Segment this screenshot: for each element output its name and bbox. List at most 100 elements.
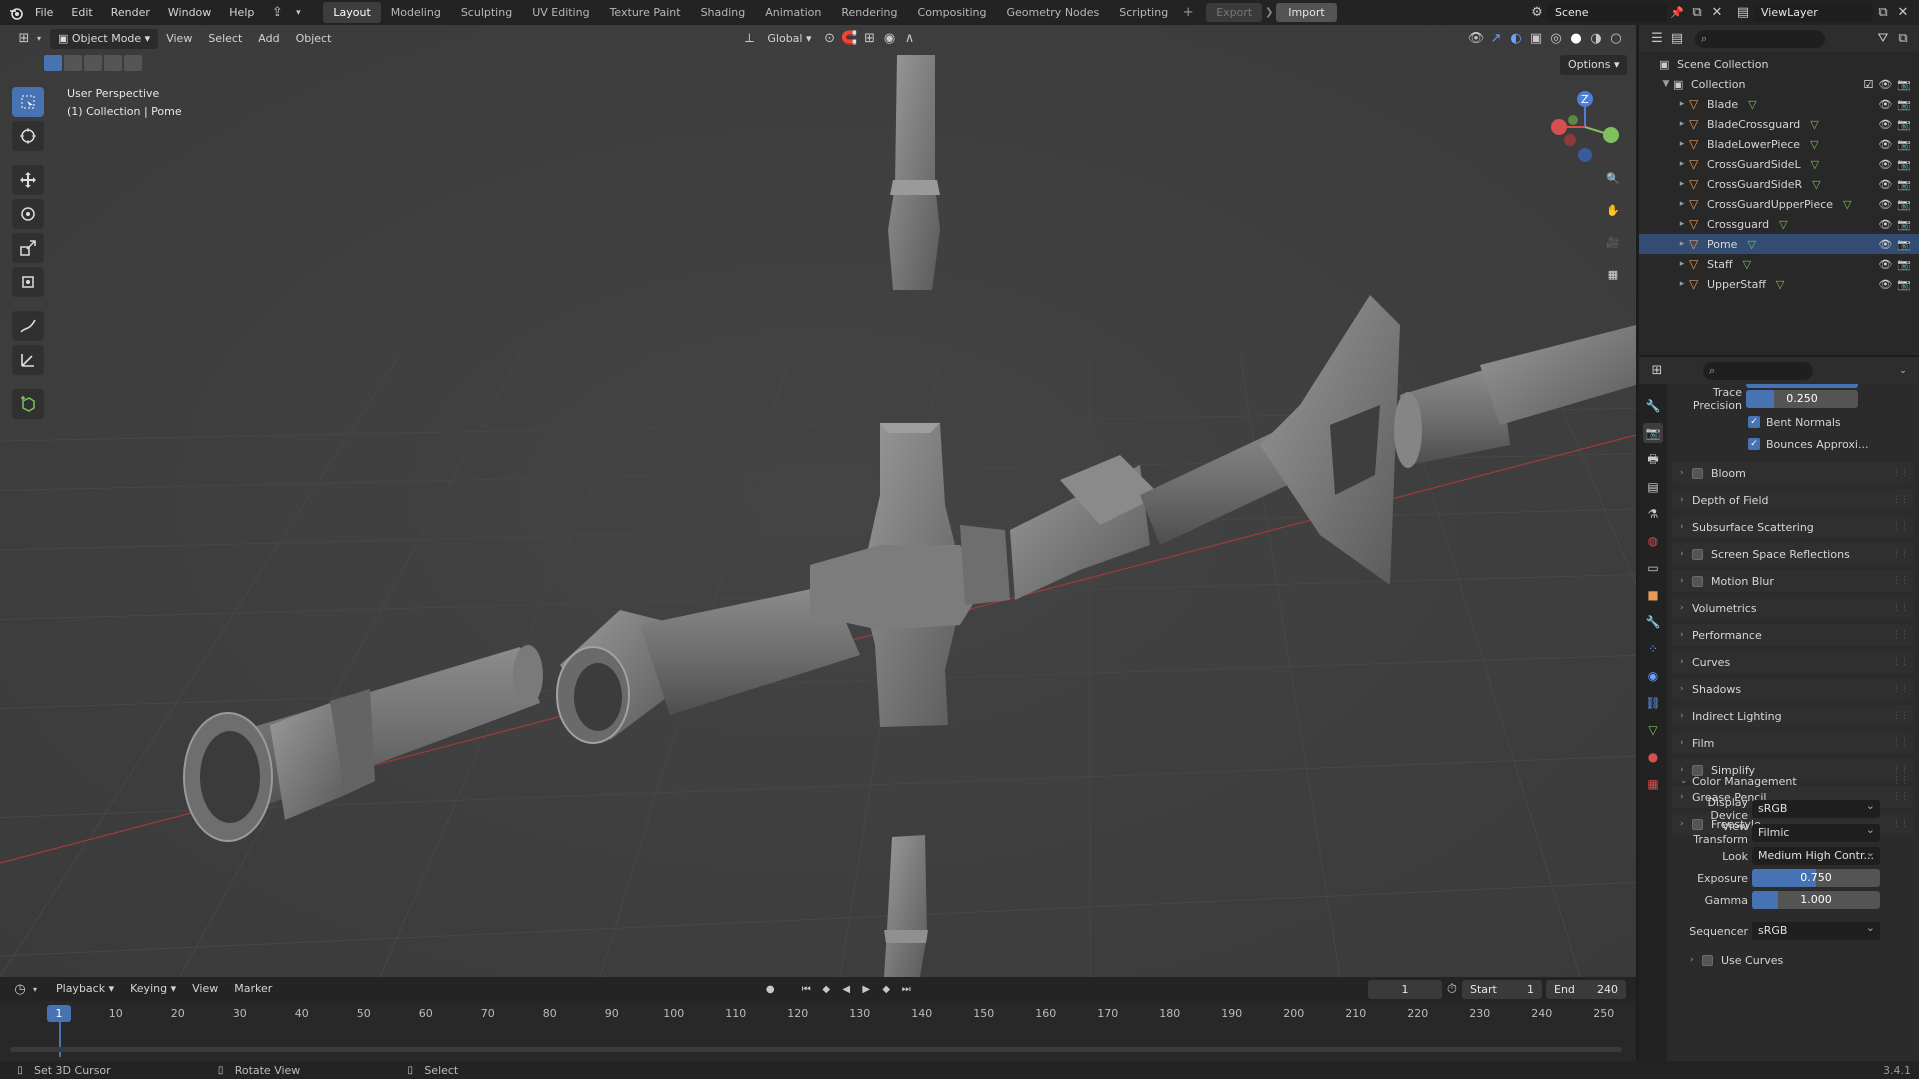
tab-scripting[interactable]: Scripting xyxy=(1109,2,1178,23)
remove-scene-icon[interactable]: ✕ xyxy=(1707,3,1727,23)
mesh-data-icon[interactable]: ▽ xyxy=(1776,278,1784,291)
drag-grip-icon[interactable]: ⋮⋮ xyxy=(1892,549,1909,559)
camera-icon[interactable]: 📷 xyxy=(1897,118,1911,131)
zoom-icon[interactable]: 🔍 xyxy=(1600,165,1626,191)
new-view-layer-icon[interactable]: ⧉ xyxy=(1873,3,1893,23)
expand-toggle-icon[interactable]: ▸ xyxy=(1675,259,1689,269)
properties-search[interactable]: ⌕ xyxy=(1703,361,1813,380)
export-button[interactable]: Export xyxy=(1206,3,1263,22)
next-keyframe-icon[interactable]: ◆ xyxy=(876,979,896,999)
viewport-menu-add[interactable]: Add xyxy=(250,29,287,49)
eye-icon[interactable]: 👁 xyxy=(1878,218,1892,231)
menu-render[interactable]: Render xyxy=(102,0,159,25)
select-invert-icon[interactable] xyxy=(104,55,122,71)
viewport-menu-view[interactable]: View xyxy=(158,29,200,49)
wireframe-shading-icon[interactable]: ◎ xyxy=(1546,29,1566,49)
drag-grip-icon[interactable]: ⋮⋮ xyxy=(1892,522,1909,532)
expand-toggle-icon[interactable]: ▸ xyxy=(1675,119,1689,129)
render-panel[interactable]: › Shadows ⋮⋮ xyxy=(1672,678,1914,700)
rendered-shading-icon[interactable]: ○ xyxy=(1606,29,1626,49)
camera-icon[interactable]: 📷 xyxy=(1897,178,1911,191)
chevron-down-icon[interactable]: ⌄ xyxy=(1893,361,1913,381)
options-dropdown[interactable]: Options ▾ xyxy=(1560,55,1628,75)
mesh-data-icon[interactable]: ▽ xyxy=(1743,258,1751,271)
snap-icon[interactable]: 🧲 xyxy=(840,29,860,49)
eye-icon[interactable]: 👁 xyxy=(1878,158,1892,171)
outliner-item[interactable]: ▸ ▽ Pome ▽ 👁 📷 xyxy=(1639,234,1919,254)
camera-icon[interactable]: 📷 xyxy=(1897,158,1911,171)
tab-sculpting[interactable]: Sculpting xyxy=(451,2,522,23)
panel-enable-checkbox[interactable] xyxy=(1692,467,1703,479)
outliner-item[interactable]: ▸ ▽ Blade ▽ 👁 📷 xyxy=(1639,94,1919,114)
outliner-editor-icon[interactable]: ☰ xyxy=(1647,29,1667,49)
scene-name-field[interactable]: Scene xyxy=(1547,3,1667,22)
clock-icon[interactable]: ◷ xyxy=(10,979,30,999)
record-icon[interactable]: ● xyxy=(760,979,780,999)
3d-viewport[interactable]: ⊞ ▾ ▣ Object Mode ▾ View Select Add Obje… xyxy=(0,25,1636,977)
jump-start-icon[interactable]: ⏮ xyxy=(796,979,816,999)
collection-row[interactable]: ▼ ▣ Collection ☑ 👁 📷 xyxy=(1639,74,1919,94)
view-transform-select[interactable]: Filmic xyxy=(1752,821,1880,842)
tab-compositing[interactable]: Compositing xyxy=(908,2,997,23)
outliner-item[interactable]: ▸ ▽ BladeCrossguard ▽ 👁 📷 xyxy=(1639,114,1919,134)
outliner-item[interactable]: ▸ ▽ UpperStaff ▽ 👁 📷 xyxy=(1639,274,1919,294)
include-checkbox-icon[interactable]: ☑ xyxy=(1863,78,1873,91)
gizmo-neg-x-axis[interactable] xyxy=(1564,134,1576,146)
tab-modeling[interactable]: Modeling xyxy=(381,2,451,23)
world-tab-icon[interactable]: ◍ xyxy=(1643,531,1663,551)
mesh-data-icon[interactable]: ▽ xyxy=(1812,178,1820,191)
xray-icon[interactable]: ▣ xyxy=(1526,29,1546,49)
move-tool[interactable] xyxy=(12,165,44,195)
camera-icon[interactable]: 📷 xyxy=(1897,218,1911,231)
material-shading-icon[interactable]: ◑ xyxy=(1586,29,1606,49)
bounces-approx-row[interactable]: ✓ Bounces Approxi... xyxy=(1748,433,1868,455)
editor-type-icon[interactable]: ⊞ xyxy=(14,29,34,49)
snap-target-icon[interactable]: ⊞ xyxy=(860,29,880,49)
tab-rendering[interactable]: Rendering xyxy=(831,2,907,23)
viewport-menu-select[interactable]: Select xyxy=(200,29,250,49)
outliner-search[interactable]: ⌕ xyxy=(1695,29,1825,48)
bounces-approx-checkbox[interactable]: ✓ xyxy=(1748,438,1760,450)
pivot-point-icon[interactable]: ⊙ xyxy=(820,29,840,49)
material-tab-icon[interactable]: ● xyxy=(1643,747,1663,767)
render-tab-icon[interactable]: 📷 xyxy=(1643,423,1663,443)
panel-enable-checkbox[interactable] xyxy=(1692,548,1703,560)
render-panel[interactable]: › Depth of Field ⋮⋮ xyxy=(1672,489,1914,511)
outliner-item[interactable]: ▸ ▽ BladeLowerPiece ▽ 👁 📷 xyxy=(1639,134,1919,154)
gizmo-neg-z-axis[interactable] xyxy=(1578,148,1592,162)
scene-canvas[interactable] xyxy=(0,25,1636,977)
visibility-icon[interactable]: 👁 xyxy=(1466,29,1486,49)
view-layer-field[interactable]: ViewLayer xyxy=(1753,3,1873,22)
tab-uv-editing[interactable]: UV Editing xyxy=(522,2,599,23)
mesh-data-icon[interactable]: ▽ xyxy=(1843,198,1851,211)
prev-keyframe-icon[interactable]: ◆ xyxy=(816,979,836,999)
tab-texture-paint[interactable]: Texture Paint xyxy=(600,2,691,23)
bent-normals-row[interactable]: ✓ Bent Normals xyxy=(1748,411,1841,433)
end-frame-field[interactable]: End 240 xyxy=(1546,979,1626,999)
upload-icon[interactable]: ⇪ xyxy=(263,3,291,23)
outliner-item[interactable]: ▸ ▽ Staff ▽ 👁 📷 xyxy=(1639,254,1919,274)
modifier-tab-icon[interactable]: 🔧 xyxy=(1643,612,1663,632)
drag-grip-icon[interactable]: ⋮⋮ xyxy=(1892,630,1909,640)
camera-view-icon[interactable]: 🎥 xyxy=(1600,229,1626,255)
gizmo-neg-y-axis[interactable] xyxy=(1568,115,1578,125)
scene-icon[interactable]: ⚙ xyxy=(1527,3,1547,23)
import-button[interactable]: Import xyxy=(1276,3,1337,22)
render-panel[interactable]: › Performance ⋮⋮ xyxy=(1672,624,1914,646)
falloff-icon[interactable]: ∧ xyxy=(900,29,920,49)
pin-icon[interactable]: 📌 xyxy=(1667,3,1687,23)
scale-tool[interactable] xyxy=(12,233,44,263)
solid-shading-icon[interactable]: ● xyxy=(1566,29,1586,49)
gizmo-x-axis[interactable] xyxy=(1551,119,1567,135)
display-device-select[interactable]: sRGB xyxy=(1752,797,1880,818)
output-tab-icon[interactable]: 🖶 xyxy=(1643,450,1663,470)
tab-shading[interactable]: Shading xyxy=(691,2,756,23)
chevron-down-icon[interactable]: ▾ xyxy=(30,979,40,999)
rotate-tool[interactable] xyxy=(12,199,44,229)
camera-icon[interactable]: 📷 xyxy=(1897,238,1911,251)
trace-precision-slider[interactable]: 0.250 xyxy=(1746,390,1858,408)
drag-grip-icon[interactable]: ⋮⋮ xyxy=(1892,576,1909,586)
expand-toggle-icon[interactable]: ▸ xyxy=(1675,239,1689,249)
expand-toggle-icon[interactable]: ▸ xyxy=(1675,99,1689,109)
transform-tool[interactable] xyxy=(12,267,44,297)
